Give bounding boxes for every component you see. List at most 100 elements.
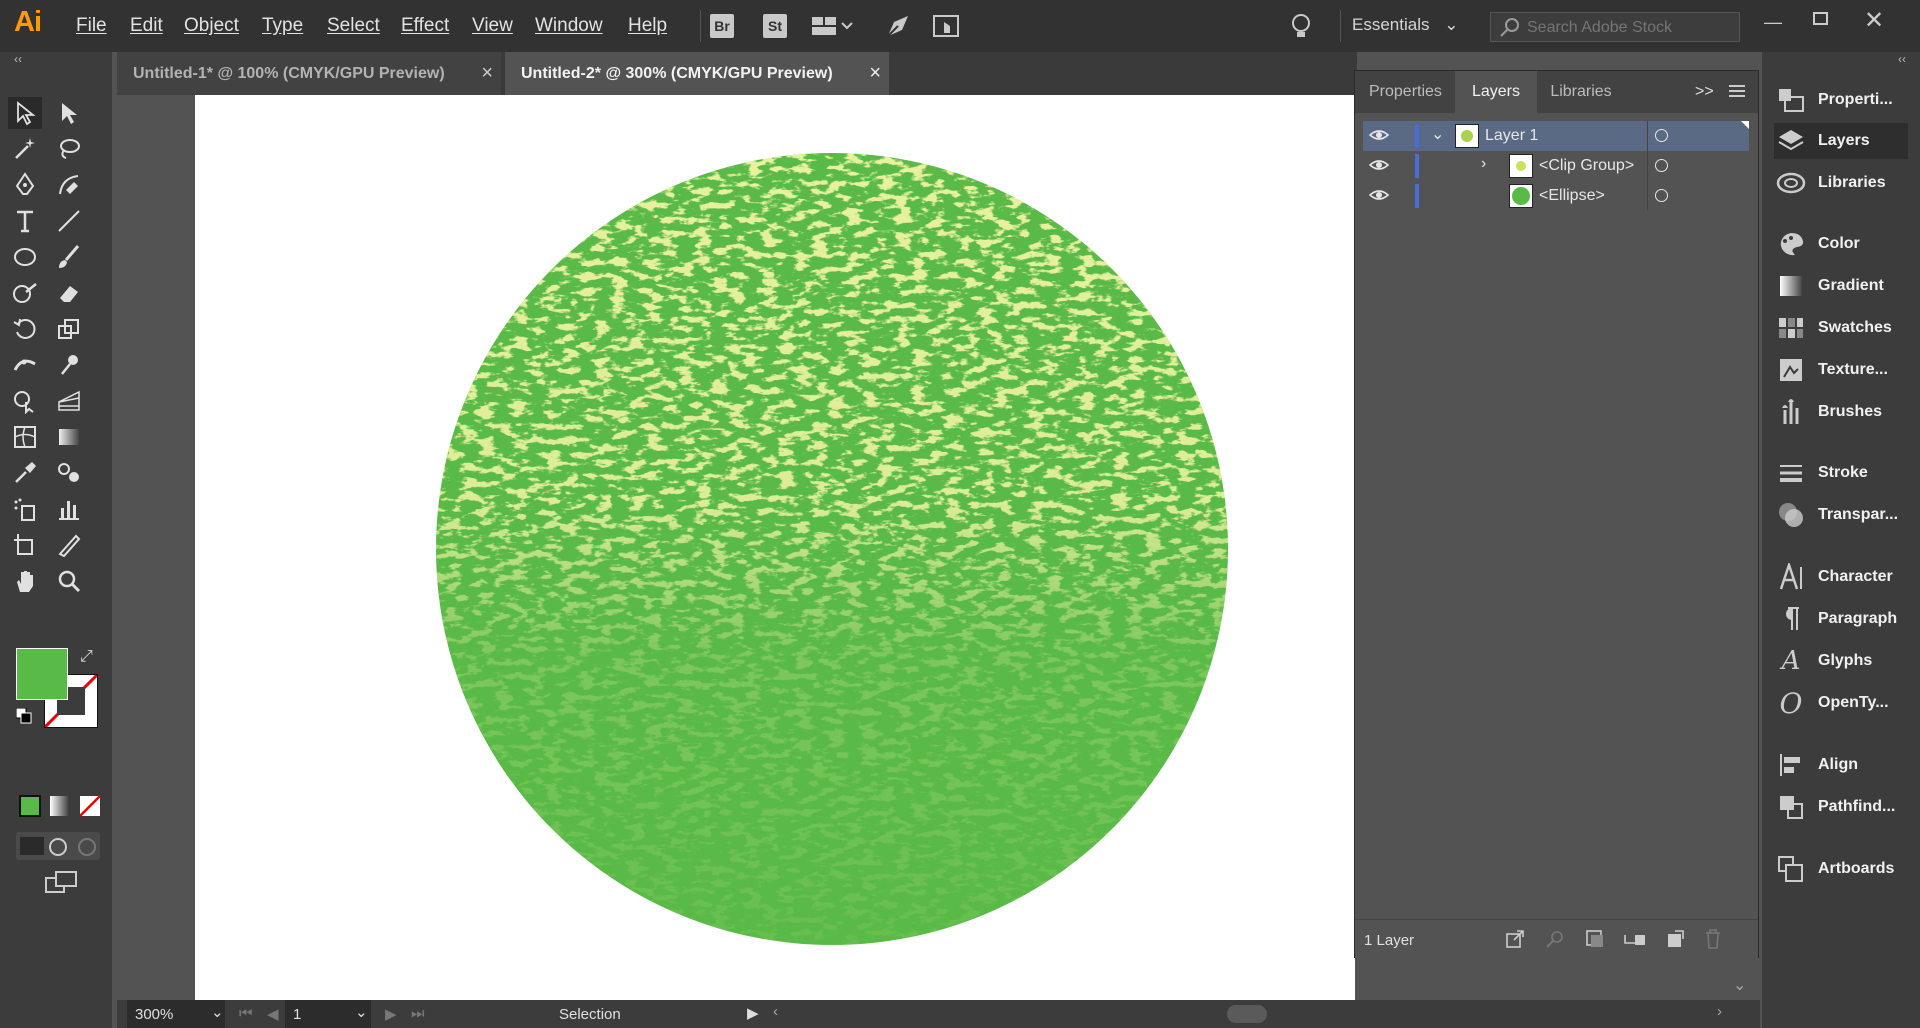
puppet-warp-tool-icon[interactable]	[52, 349, 86, 381]
dock-layers[interactable]: Layers	[1774, 123, 1908, 159]
chevron-down-icon[interactable]: ⌄	[355, 1003, 368, 1021]
dock-gradient[interactable]: Gradient	[1774, 268, 1914, 304]
fill-swatch[interactable]	[16, 648, 68, 700]
touch-workspace-icon[interactable]	[932, 13, 960, 44]
dock-swatches[interactable]: Swatches	[1774, 310, 1914, 346]
slice-tool-icon[interactable]	[52, 529, 86, 561]
scale-tool-icon[interactable]	[52, 313, 86, 345]
stock-button[interactable]: St	[763, 14, 787, 38]
curvature-tool-icon[interactable]	[52, 169, 86, 201]
arrange-documents-icon[interactable]	[812, 14, 854, 43]
none-mode-icon[interactable]	[78, 794, 102, 823]
type-tool-icon[interactable]	[8, 205, 42, 237]
gpu-performance-icon[interactable]	[884, 12, 912, 45]
width-tool-icon[interactable]	[8, 349, 42, 381]
stock-search[interactable]	[1490, 12, 1740, 42]
chevron-down-icon[interactable]: ⌄	[1431, 124, 1444, 144]
previous-artboard-icon[interactable]: ◀	[267, 1005, 279, 1023]
menu-file[interactable]: File	[76, 15, 107, 37]
layer-row-clip-group[interactable]: › <Clip Group>	[1363, 151, 1749, 181]
screen-mode-icon[interactable]	[44, 870, 78, 899]
zoom-tool-icon[interactable]	[52, 565, 86, 597]
expand-panel-icon[interactable]: >>	[1695, 83, 1714, 101]
perspective-grid-tool-icon[interactable]	[52, 385, 86, 417]
dock-brushes[interactable]: Brushes	[1774, 394, 1914, 430]
zoom-field[interactable]: 300% ⌄	[127, 1000, 225, 1028]
pen-tool-icon[interactable]	[8, 169, 42, 201]
hand-tool-icon[interactable]	[8, 565, 42, 597]
dock-color[interactable]: Color	[1774, 226, 1914, 262]
eyedropper-tool-icon[interactable]	[8, 457, 42, 489]
minimize-button[interactable]: —	[1764, 12, 1782, 33]
tab-untitled-1[interactable]: Untitled-1* @ 100% (CMYK/GPU Preview) ×	[117, 52, 501, 95]
gradient-tool-icon[interactable]	[52, 421, 86, 453]
eye-icon[interactable]	[1368, 157, 1390, 178]
bridge-button[interactable]: Br	[710, 14, 734, 38]
create-sublayer-icon[interactable]	[1623, 929, 1647, 954]
artboard-tool-icon[interactable]	[8, 529, 42, 561]
artboard[interactable]	[195, 95, 1355, 1000]
swap-fill-stroke-icon[interactable]: ⤢	[80, 648, 93, 666]
textured-ellipse[interactable]	[195, 95, 1355, 1000]
horizontal-scrollbar-thumb[interactable]	[1227, 1005, 1267, 1023]
draw-behind-icon[interactable]	[49, 838, 67, 856]
maximize-button[interactable]	[1812, 10, 1830, 33]
dock-character[interactable]: Character	[1774, 559, 1914, 595]
artboard-field[interactable]: 1 ⌄	[285, 1000, 371, 1028]
tab-untitled-2[interactable]: Untitled-2* @ 300% (CMYK/GPU Preview) ×	[505, 52, 889, 95]
dock-libraries[interactable]: Libraries	[1774, 165, 1914, 201]
close-window-button[interactable]: ✕	[1864, 6, 1884, 35]
gradient-mode-icon[interactable]	[48, 794, 72, 823]
create-new-layer-icon[interactable]	[1665, 929, 1685, 954]
target-icon[interactable]	[1655, 129, 1668, 142]
layer-row-layer-1[interactable]: ⌄ Layer 1	[1363, 121, 1749, 151]
menu-object[interactable]: Object	[184, 15, 239, 37]
magic-wand-tool-icon[interactable]	[8, 133, 42, 165]
menu-effect[interactable]: Effect	[401, 15, 449, 37]
eye-icon[interactable]	[1368, 187, 1390, 208]
menu-type[interactable]: Type	[262, 15, 303, 37]
tab-layers[interactable]: Layers	[1455, 71, 1537, 113]
symbol-sprayer-tool-icon[interactable]	[8, 493, 42, 525]
lasso-tool-icon[interactable]	[52, 133, 86, 165]
collapse-dock-icon[interactable]: ‹‹	[1898, 52, 1906, 66]
menu-edit[interactable]: Edit	[130, 15, 163, 37]
tab-libraries[interactable]: Libraries	[1537, 71, 1625, 113]
layer-name[interactable]: <Ellipse>	[1539, 187, 1605, 205]
mesh-tool-icon[interactable]	[8, 421, 42, 453]
default-fill-stroke-icon[interactable]	[15, 707, 32, 729]
dock-artboards[interactable]: Artboards	[1774, 851, 1914, 887]
dock-glyphs[interactable]: A Glyphs	[1774, 643, 1914, 679]
dock-stroke[interactable]: Stroke	[1774, 455, 1914, 491]
layer-name[interactable]: Layer 1	[1485, 127, 1538, 145]
eraser-tool-icon[interactable]	[52, 277, 86, 309]
menu-window[interactable]: Window	[535, 15, 603, 37]
scroll-left-icon[interactable]: ‹	[773, 1003, 778, 1020]
dock-transparency[interactable]: Transpar...	[1774, 497, 1914, 533]
next-artboard-icon[interactable]: ▶	[385, 1005, 397, 1023]
dock-paragraph[interactable]: Paragraph	[1774, 601, 1914, 637]
draw-inside-icon[interactable]	[78, 838, 96, 856]
chevron-right-icon[interactable]: ›	[1481, 155, 1486, 173]
shape-builder-tool-icon[interactable]	[8, 385, 42, 417]
layer-name[interactable]: <Clip Group>	[1539, 157, 1634, 175]
eye-icon[interactable]	[1368, 127, 1390, 148]
column-graph-tool-icon[interactable]	[52, 493, 86, 525]
scroll-down-icon[interactable]: ⌄	[1733, 975, 1746, 995]
status-menu-icon[interactable]: ▶	[747, 1004, 759, 1022]
trash-icon[interactable]	[1703, 928, 1723, 955]
dock-textures[interactable]: Texture...	[1774, 352, 1914, 388]
draw-normal-icon[interactable]	[20, 837, 44, 855]
direct-selection-tool-icon[interactable]	[52, 97, 86, 129]
workspace-switcher[interactable]: Essentials ⌄	[1352, 15, 1458, 35]
rotate-tool-icon[interactable]	[8, 313, 42, 345]
canvas-area[interactable]	[117, 95, 1355, 1000]
lightbulb-icon[interactable]	[1290, 12, 1312, 45]
layer-row-ellipse[interactable]: <Ellipse>	[1363, 181, 1749, 211]
color-mode-icon[interactable]	[18, 794, 42, 823]
paintbrush-tool-icon[interactable]	[52, 241, 86, 273]
last-artboard-icon[interactable]: ⏭	[411, 1005, 425, 1022]
selection-tool-icon[interactable]	[8, 97, 42, 129]
close-tab-icon[interactable]: ×	[481, 62, 493, 85]
dock-align[interactable]: Align	[1774, 747, 1914, 783]
